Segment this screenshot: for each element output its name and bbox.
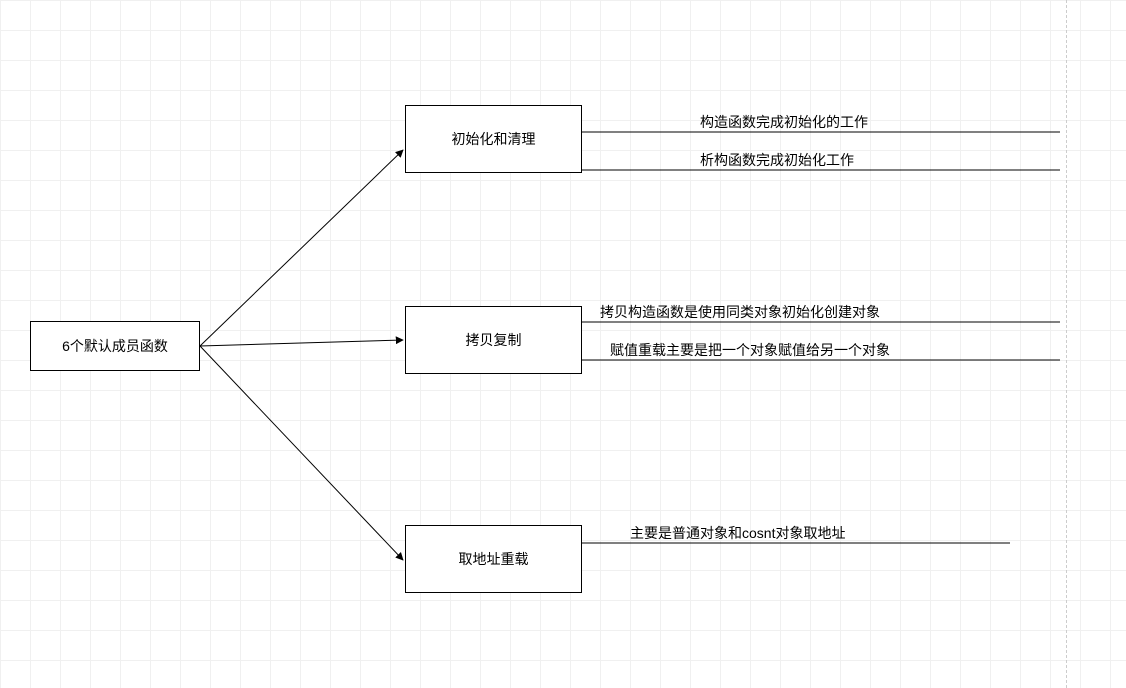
branch-label: 初始化和清理 [452,129,536,149]
note-text: 主要是普通对象和cosnt对象取地址 [630,523,845,543]
page-boundary-dashed [1066,0,1067,688]
note-text: 构造函数完成初始化的工作 [700,112,868,132]
note-text: 析构函数完成初始化工作 [700,150,854,170]
root-node: 6个默认成员函数 [30,321,200,371]
branch-node-address-overload: 取地址重载 [405,525,582,593]
note-text: 赋值重载主要是把一个对象赋值给另一个对象 [610,340,890,360]
branch-label: 拷贝复制 [466,330,522,350]
branch-node-copy: 拷贝复制 [405,306,582,374]
root-node-label: 6个默认成员函数 [62,336,168,356]
branch-node-init-cleanup: 初始化和清理 [405,105,582,173]
branch-label: 取地址重载 [459,549,529,569]
note-text: 拷贝构造函数是使用同类对象初始化创建对象 [600,302,880,322]
